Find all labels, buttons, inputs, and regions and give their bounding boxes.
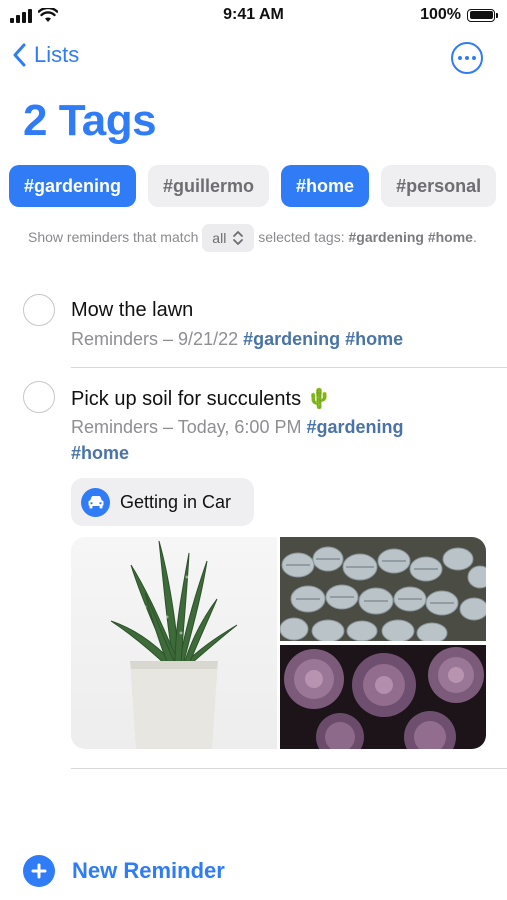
plus-circle-icon bbox=[23, 855, 55, 887]
battery-percentage: 100% bbox=[420, 6, 461, 23]
chevron-left-icon bbox=[13, 43, 26, 67]
new-reminder-button[interactable]: New Reminder bbox=[23, 855, 225, 887]
location-trigger-label: Getting in Car bbox=[120, 491, 232, 512]
filter-prefix: Show reminders that match bbox=[28, 229, 199, 245]
filter-middle: selected tags: bbox=[258, 229, 345, 245]
filter-tag-1: #gardening bbox=[348, 229, 424, 245]
tag-match-filter: Show reminders that match all selected t… bbox=[28, 224, 488, 253]
reminder-complete-toggle[interactable] bbox=[23, 381, 55, 413]
match-value: all bbox=[212, 230, 227, 247]
reminder-title[interactable]: Pick up soil for succulents 🌵 bbox=[71, 386, 332, 411]
location-trigger-chip[interactable]: Getting in Car bbox=[71, 478, 254, 526]
tag-chip-home[interactable]: #home bbox=[281, 165, 370, 207]
match-selector[interactable]: all bbox=[202, 224, 255, 253]
reminder-list-date: Reminders – 9/21/22 bbox=[71, 329, 239, 349]
back-label: Lists bbox=[34, 42, 80, 67]
back-button[interactable]: Lists bbox=[12, 42, 79, 68]
succulent-pot-image[interactable] bbox=[71, 537, 277, 749]
reminder-tag[interactable]: #home bbox=[345, 329, 403, 349]
status-bar: 9:41 AM 100% bbox=[0, 0, 507, 32]
ellipsis-circle-icon[interactable] bbox=[451, 42, 483, 74]
reminder-tag[interactable]: #gardening bbox=[243, 329, 340, 349]
reminder-meta: Reminders – Today, 6:00 PM #gardening #h… bbox=[71, 414, 491, 466]
filter-tag-2: #home bbox=[427, 229, 473, 245]
new-reminder-label: New Reminder bbox=[72, 858, 225, 883]
tag-chip-gardening[interactable]: #gardening bbox=[9, 165, 137, 207]
row-divider bbox=[71, 367, 507, 368]
reminder-title[interactable]: Mow the lawn bbox=[71, 299, 193, 322]
status-right: 100% bbox=[420, 6, 498, 24]
tag-chips: #gardening #guillermo #home #personal bbox=[9, 165, 507, 209]
reminder-meta: Reminders – 9/21/22 #gardening #home bbox=[71, 326, 491, 352]
tag-chip-guillermo[interactable]: #guillermo bbox=[148, 165, 270, 207]
chevron-up-down-icon bbox=[233, 231, 244, 246]
reminder-list-date: Reminders – Today, 6:00 PM bbox=[71, 417, 302, 437]
battery-icon bbox=[467, 8, 498, 22]
car-icon bbox=[81, 487, 110, 517]
echeveria-image[interactable] bbox=[280, 645, 486, 749]
page-title: 2 Tags bbox=[23, 96, 157, 145]
reminder-complete-toggle[interactable] bbox=[23, 294, 55, 326]
filter-suffix: . bbox=[472, 229, 477, 245]
reminder-tag[interactable]: #gardening bbox=[306, 417, 403, 437]
row-divider bbox=[71, 768, 507, 769]
navigation-bar: Lists bbox=[0, 40, 507, 76]
reminder-tag[interactable]: #home bbox=[71, 443, 129, 463]
tag-chip-personal[interactable]: #personal bbox=[381, 165, 497, 207]
lithops-image[interactable] bbox=[279, 537, 486, 644]
reminder-image-grid bbox=[71, 537, 486, 749]
